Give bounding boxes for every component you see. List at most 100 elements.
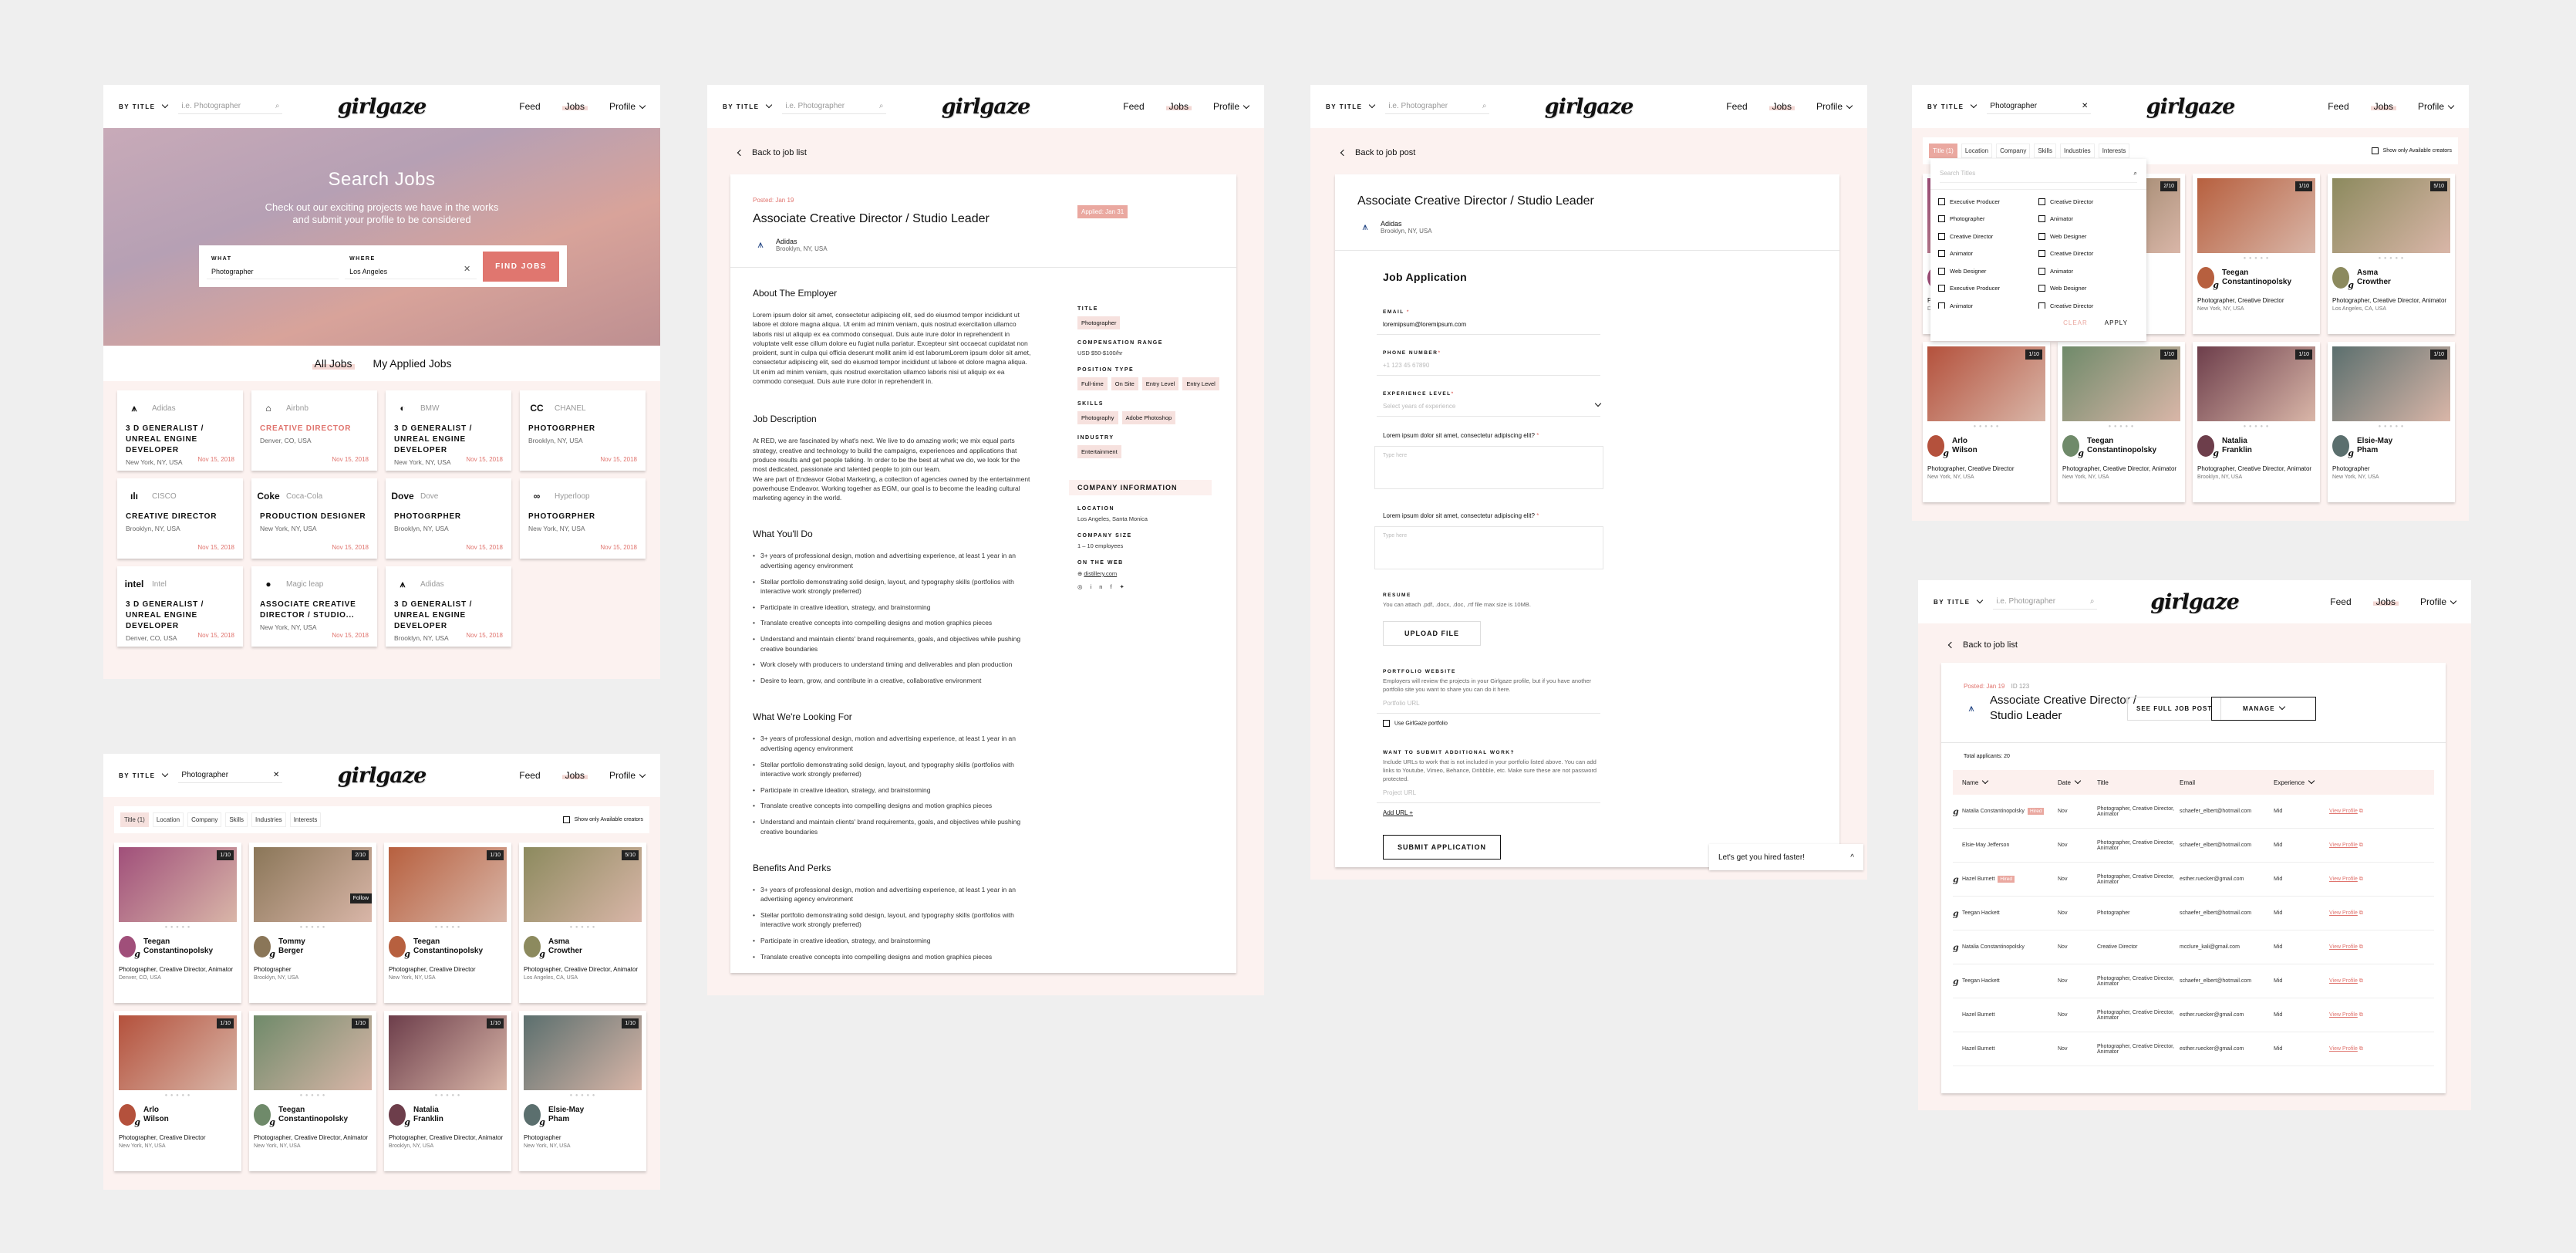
nav-profile[interactable]: Profile bbox=[2420, 596, 2457, 607]
creator-card[interactable]: 1/10● ● ● ● ●ArloWilsonPhotographer, Cre… bbox=[114, 1011, 241, 1171]
header-search-input[interactable]: Photographer ✕ bbox=[178, 768, 283, 783]
girlgaze-logo[interactable]: girlgaze bbox=[2150, 590, 2240, 614]
carousel-dots[interactable]: ● ● ● ● ● bbox=[254, 1093, 372, 1098]
phone-field[interactable]: +1 123 45 67890 bbox=[1377, 356, 1600, 376]
carousel-dots[interactable]: ● ● ● ● ● bbox=[254, 925, 372, 930]
creator-card[interactable]: 1/10● ● ● ● ●TeeganConstantinopolskyPhot… bbox=[249, 1011, 376, 1171]
where-field[interactable]: WHERE Los Angeles ✕ bbox=[345, 253, 477, 279]
use-girlgaze-portfolio[interactable]: Use GirlGaze portfolio bbox=[1383, 720, 1792, 727]
header-search-input[interactable]: Photographer ✕ bbox=[1987, 99, 2092, 114]
by-title-dropdown[interactable]: BY TITLE bbox=[723, 101, 773, 110]
header-search-input[interactable]: i.e. Photographer ⌕ bbox=[1385, 99, 1490, 114]
creator-photo[interactable]: 1/10 bbox=[119, 1015, 237, 1090]
clear-icon[interactable]: ✕ bbox=[273, 771, 279, 779]
carousel-dots[interactable]: ● ● ● ● ● bbox=[2062, 424, 2180, 429]
column-header[interactable]: Name bbox=[1953, 777, 2058, 786]
header-search-input[interactable]: i.e. Photographer ⌕ bbox=[178, 99, 283, 114]
creator-photo[interactable]: 5/10 bbox=[2332, 178, 2450, 253]
creator-photo[interactable]: 5/10 bbox=[524, 847, 642, 922]
apply-button[interactable]: APPLY bbox=[2105, 319, 2128, 330]
creator-photo[interactable]: 1/10 bbox=[2332, 346, 2450, 421]
search-icon[interactable]: ⌕ bbox=[275, 102, 280, 110]
checkbox[interactable] bbox=[562, 816, 570, 823]
view-profile-link[interactable]: View Profile bbox=[2329, 944, 2358, 950]
project-url-field[interactable]: Project URL bbox=[1377, 783, 1600, 803]
add-url-link[interactable]: Add URL + bbox=[1383, 809, 1792, 816]
girlgaze-logo[interactable]: girlgaze bbox=[1545, 95, 1634, 119]
portfolio-url-field[interactable]: Portfolio URL bbox=[1377, 694, 1600, 714]
carousel-dots[interactable]: ● ● ● ● ● bbox=[2332, 256, 2450, 261]
title-option[interactable]: Web Designer bbox=[2038, 228, 2139, 245]
creator-card[interactable]: 1/10● ● ● ● ●TeeganConstantinopolskyPhot… bbox=[114, 843, 241, 1003]
title-option[interactable]: Executive Producer bbox=[1938, 193, 2038, 211]
creator-card[interactable]: 1/10● ● ● ● ●TeeganConstantinopolskyPhot… bbox=[2058, 342, 2185, 502]
carousel-dots[interactable]: ● ● ● ● ● bbox=[1927, 424, 2045, 429]
nav-feed[interactable]: Feed bbox=[519, 101, 540, 112]
job-card[interactable]: ⩚ Adidas 3 D GENERALIST / UNREAL ENGINE DE… bbox=[117, 390, 243, 471]
twitter-icon[interactable]: ✦ bbox=[1119, 583, 1131, 590]
title-option[interactable]: Creative Director bbox=[2038, 193, 2139, 211]
view-profile-link[interactable]: View Profile bbox=[2329, 978, 2358, 984]
filter-button[interactable]: Company bbox=[187, 812, 222, 827]
creator-card[interactable]: 2/10Follow● ● ● ● ●TommyBergerPhotograph… bbox=[249, 843, 376, 1003]
column-header[interactable]: Date bbox=[2058, 777, 2097, 786]
title-option[interactable]: Animator bbox=[2038, 211, 2139, 228]
filter-button[interactable]: Title (1) bbox=[1929, 144, 1957, 158]
job-card[interactable]: ⩚ Adidas 3 D GENERALIST / UNREAL ENGINE DE… bbox=[386, 566, 511, 647]
filter-button[interactable]: Industries bbox=[2060, 144, 2095, 158]
job-card[interactable]: ◐ BMW 3 D GENERALIST / UNREAL ENGINE DEVEL… bbox=[386, 390, 511, 471]
website-link[interactable]: distillery.com bbox=[1084, 570, 1117, 577]
clear-button[interactable]: CLEAR bbox=[2063, 319, 2088, 330]
title-option[interactable]: Creative Director bbox=[1938, 228, 2038, 245]
creator-card[interactable]: 1/10● ● ● ● ●Elsie-MayPhamPhotographerNe… bbox=[519, 1011, 646, 1171]
creator-card[interactable]: 1/10● ● ● ● ●ArloWilsonPhotographer, Cre… bbox=[1923, 342, 2050, 502]
carousel-dots[interactable]: ● ● ● ● ● bbox=[2332, 424, 2450, 429]
carousel-dots[interactable]: ● ● ● ● ● bbox=[389, 1093, 507, 1098]
creator-photo[interactable]: 1/10 bbox=[2197, 178, 2315, 253]
nav-jobs[interactable]: Jobs bbox=[2372, 596, 2399, 607]
carousel-dots[interactable]: ● ● ● ● ● bbox=[2197, 424, 2315, 429]
nav-jobs[interactable]: Jobs bbox=[561, 101, 588, 112]
creator-photo[interactable]: 1/10 bbox=[389, 1015, 507, 1090]
search-icon[interactable]: ⌕ bbox=[1482, 102, 1487, 110]
nav-feed[interactable]: Feed bbox=[2330, 596, 2351, 607]
checkbox[interactable] bbox=[2038, 215, 2045, 223]
girlgaze-logo[interactable]: girlgaze bbox=[942, 95, 1031, 119]
tab-all-jobs[interactable]: All Jobs bbox=[312, 357, 355, 370]
upload-file-button[interactable]: UPLOAD FILE bbox=[1383, 621, 1481, 646]
filter-button[interactable]: Skills bbox=[2034, 144, 2056, 158]
title-option[interactable]: Animator bbox=[2038, 262, 2139, 280]
creator-card[interactable]: 1/10● ● ● ● ●Elsie-MayPhamPhotographerNe… bbox=[2328, 342, 2455, 502]
girlgaze-logo[interactable]: girlgaze bbox=[2146, 95, 2236, 119]
filter-button[interactable]: Skills bbox=[225, 812, 248, 827]
column-header[interactable]: Experience bbox=[2274, 777, 2329, 786]
job-card[interactable]: CC CHANEL PHOTOGRPHER Brooklyn, NY, USA Nov … bbox=[520, 390, 646, 471]
by-title-dropdown[interactable]: BY TITLE bbox=[1326, 101, 1376, 110]
available-toggle[interactable]: Show only Available creators bbox=[2371, 147, 2452, 154]
email-field[interactable]: loremipsum@loremipsum.com bbox=[1377, 315, 1600, 335]
by-title-dropdown[interactable]: BY TITLE bbox=[119, 101, 169, 110]
job-card[interactable]: Dove Dove PHOTOGRPHER Brooklyn, NY, USA Nov … bbox=[386, 478, 511, 559]
manage-dropdown-button[interactable]: MANAGE bbox=[2211, 697, 2316, 721]
header-search-input[interactable]: i.e. Photographer ⌕ bbox=[1993, 594, 2098, 610]
creator-photo[interactable]: 1/10 bbox=[2197, 346, 2315, 421]
view-profile-link[interactable]: View Profile bbox=[2329, 809, 2358, 814]
column-header[interactable]: Title bbox=[2097, 779, 2180, 786]
experience-select[interactable]: Select years of experience bbox=[1377, 397, 1602, 417]
nav-jobs[interactable]: Jobs bbox=[561, 770, 588, 781]
creator-card[interactable]: 1/10● ● ● ● ●NataliaFranklinPhotographer… bbox=[2193, 342, 2320, 502]
header-search-input[interactable]: i.e. Photographer ⌕ bbox=[782, 99, 887, 114]
checkbox[interactable] bbox=[2038, 232, 2045, 240]
follow-button[interactable]: Follow bbox=[349, 893, 372, 903]
nav-feed[interactable]: Feed bbox=[1726, 101, 1747, 112]
job-card[interactable]: ılı CISCO CREATIVE DIRECTOR Brooklyn, NY, U… bbox=[117, 478, 243, 559]
title-option[interactable]: Executive Producer bbox=[1938, 280, 2038, 298]
title-option[interactable]: Photographer bbox=[1938, 211, 2038, 228]
carousel-dots[interactable]: ● ● ● ● ● bbox=[119, 1093, 237, 1098]
clear-icon[interactable]: ✕ bbox=[464, 264, 470, 274]
search-titles-input[interactable]: Search Titles ⌕ bbox=[1940, 165, 2137, 183]
creator-card[interactable]: 1/10● ● ● ● ●NataliaFranklinPhotographer… bbox=[384, 1011, 511, 1171]
carousel-dots[interactable]: ● ● ● ● ● bbox=[2197, 256, 2315, 261]
filter-button[interactable]: Industries bbox=[251, 812, 286, 827]
see-full-job-post-button[interactable]: SEE FULL JOB POST bbox=[2127, 697, 2222, 721]
